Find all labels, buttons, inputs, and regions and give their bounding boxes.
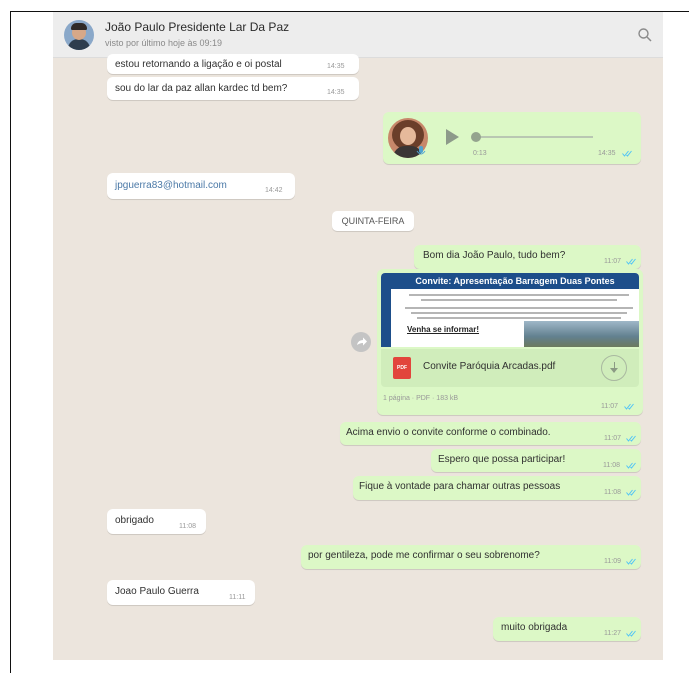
message-incoming[interactable]: estou retornando a ligação e oi postal 1… xyxy=(107,54,359,74)
forward-icon[interactable] xyxy=(351,332,371,352)
message-text: sou do lar da paz allan kardec td bem? xyxy=(115,83,288,94)
message-text: Espero que possa participar! xyxy=(438,454,566,465)
message-text: Joao Paulo Guerra xyxy=(115,586,199,597)
message-time: 11:08 xyxy=(179,523,196,530)
read-ticks-icon xyxy=(626,258,636,265)
read-ticks-icon xyxy=(626,462,636,469)
document-message[interactable]: Convite: Apresentação Barragem Duas Pont… xyxy=(377,269,643,415)
message-text: estou retornando a ligação e oi postal xyxy=(115,59,282,70)
message-text: Bom dia João Paulo, tudo bem? xyxy=(423,250,566,261)
email-link[interactable]: jpguerra83@hotmail.com xyxy=(115,180,227,191)
message-incoming[interactable]: jpguerra83@hotmail.com 14:42 xyxy=(107,173,295,199)
message-text: obrigado xyxy=(115,515,154,526)
chat-header: João Paulo Presidente Lar Da Paz visto p… xyxy=(53,12,663,58)
date-divider: QUINTA-FEIRA xyxy=(332,211,414,231)
message-time: 11:09 xyxy=(604,558,621,565)
message-time: 11:08 xyxy=(603,462,620,469)
audio-progress-handle[interactable] xyxy=(471,132,481,142)
message-time: 14:35 xyxy=(598,150,616,157)
message-time: 11:07 xyxy=(604,258,621,265)
message-outgoing[interactable]: Bom dia João Paulo, tudo bem? 11:07 xyxy=(414,245,641,269)
contact-last-seen: visto por último hoje às 09:19 xyxy=(105,38,223,48)
read-ticks-icon xyxy=(626,489,636,496)
message-incoming[interactable]: Joao Paulo Guerra 11:11 xyxy=(107,580,255,605)
message-time: 14:42 xyxy=(265,187,283,194)
message-time: 14:35 xyxy=(327,63,345,70)
document-filename: Convite Paróquia Arcadas.pdf xyxy=(423,361,556,372)
message-time: 11:11 xyxy=(229,594,246,601)
message-incoming[interactable]: sou do lar da paz allan kardec td bem? 1… xyxy=(107,77,359,100)
contact-name[interactable]: João Paulo Presidente Lar Da Paz xyxy=(105,20,289,34)
message-time: 11:07 xyxy=(601,403,618,410)
read-ticks-icon xyxy=(626,435,636,442)
read-ticks-icon xyxy=(626,558,636,565)
message-outgoing[interactable]: Acima envio o convite conforme o combina… xyxy=(340,422,641,445)
document-preview-photo xyxy=(524,321,639,347)
message-incoming[interactable]: obrigado 11:08 xyxy=(107,509,206,534)
message-text: por gentileza, pode me confirmar o seu s… xyxy=(308,550,540,561)
frame-left-border xyxy=(10,11,11,673)
search-icon[interactable] xyxy=(637,27,653,43)
read-ticks-icon xyxy=(626,630,636,637)
chat-window: João Paulo Presidente Lar Da Paz visto p… xyxy=(53,12,663,660)
message-outgoing[interactable]: muito obrigada 11:27 xyxy=(493,617,641,641)
document-preview[interactable]: Convite: Apresentação Barragem Duas Pont… xyxy=(381,273,639,347)
message-outgoing[interactable]: por gentileza, pode me confirmar o seu s… xyxy=(301,545,641,569)
mic-icon xyxy=(416,146,426,155)
document-file-row[interactable]: PDF Convite Paróquia Arcadas.pdf xyxy=(381,349,639,387)
document-meta: 1 página · PDF · 183 kB xyxy=(383,395,459,402)
voice-message[interactable]: 0:13 14:35 xyxy=(383,112,641,164)
read-ticks-icon xyxy=(624,403,634,410)
audio-progress-track[interactable] xyxy=(475,136,593,138)
pdf-icon: PDF xyxy=(393,357,411,379)
message-outgoing[interactable]: Espero que possa participar! 11:08 xyxy=(431,449,641,472)
play-icon[interactable] xyxy=(446,129,459,145)
message-time: 11:07 xyxy=(604,435,621,442)
contact-avatar[interactable] xyxy=(64,20,94,50)
download-button[interactable] xyxy=(601,355,627,381)
document-preview-title: Convite: Apresentação Barragem Duas Pont… xyxy=(391,273,639,289)
message-time: 14:35 xyxy=(327,89,345,96)
voice-duration: 0:13 xyxy=(473,150,487,157)
document-preview-cta: Venha se informar! xyxy=(407,325,480,334)
message-text: Acima envio o convite conforme o combina… xyxy=(346,427,551,438)
message-outgoing[interactable]: Fique à vontade para chamar outras pesso… xyxy=(353,476,641,500)
message-text: Fique à vontade para chamar outras pesso… xyxy=(359,481,561,492)
message-text: muito obrigada xyxy=(501,622,568,633)
message-time: 11:27 xyxy=(604,630,621,637)
message-time: 11:08 xyxy=(604,489,621,496)
read-ticks-icon xyxy=(622,150,632,157)
